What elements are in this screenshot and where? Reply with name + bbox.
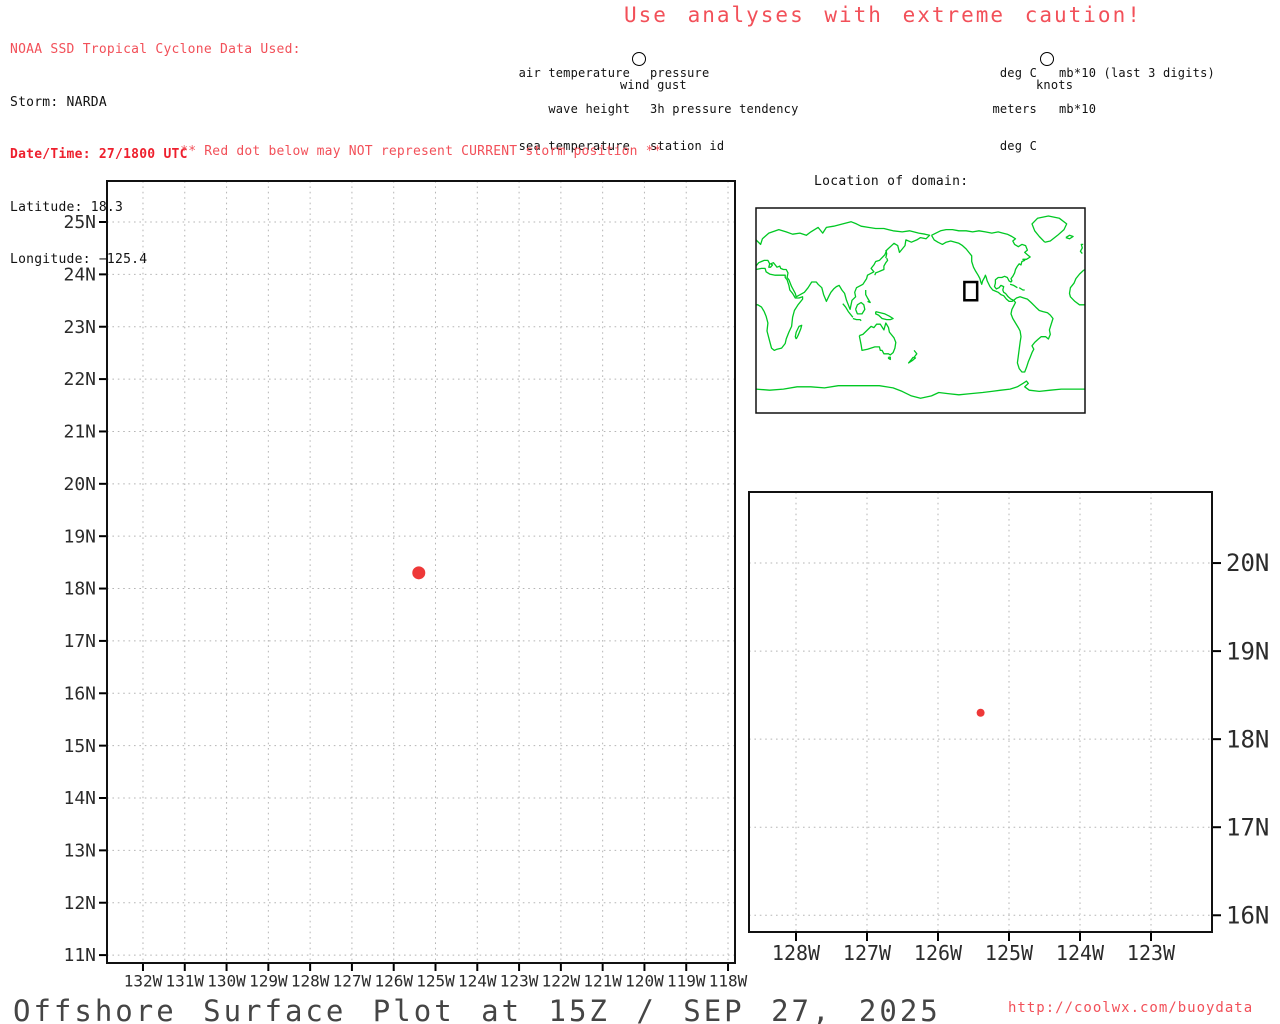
world-map — [755, 207, 1086, 414]
unit-mb10: mb*10 — [1059, 102, 1097, 117]
unit-knots: knots — [1036, 78, 1074, 92]
coastline — [854, 301, 866, 315]
station-circle-icon — [632, 52, 646, 66]
y-tick-label: 19N — [1226, 637, 1269, 665]
units-left-column: deg C meters deg C — [960, 42, 1037, 177]
coastline — [865, 290, 871, 304]
coastline — [913, 349, 918, 359]
x-tick-label: 120W — [625, 972, 664, 991]
legend-wave-height: wave height — [548, 102, 630, 117]
coastline — [755, 221, 931, 311]
x-tick-label: 125W — [985, 941, 1034, 965]
x-tick-label: 123W — [500, 972, 539, 991]
x-tick-label: 130W — [207, 972, 246, 991]
y-tick-label: 16N — [63, 683, 96, 704]
y-tick-label: 18N — [1226, 725, 1269, 753]
x-tick-label: 124W — [458, 972, 497, 991]
coastline — [885, 249, 888, 259]
unit-meters: meters — [992, 102, 1037, 117]
x-tick-label: 124W — [1056, 941, 1105, 965]
y-tick-label: 17N — [63, 631, 96, 652]
units-right-column: mb*10 (last 3 digits) mb*10 — [1059, 42, 1215, 140]
y-tick-label: 20N — [1226, 549, 1269, 577]
y-tick-label: 13N — [63, 840, 96, 861]
coastline — [1009, 283, 1018, 289]
units-circle-icon — [1040, 52, 1054, 66]
coastline — [875, 310, 894, 321]
x-tick-label: 123W — [1127, 941, 1176, 965]
x-tick-label: 131W — [166, 972, 205, 991]
x-tick-label: 128W — [291, 972, 330, 991]
coastline — [852, 317, 862, 322]
coastline — [755, 380, 1085, 399]
coastline — [1018, 287, 1025, 291]
footer-title: Offshore Surface Plot at 15Z / SEP 27, 2… — [13, 994, 941, 1024]
x-tick-label: 125W — [416, 972, 455, 991]
caution-banner: Use analyses with extreme caution! — [624, 3, 1142, 27]
x-tick-label: 121W — [583, 972, 622, 991]
y-tick-label: 23N — [63, 317, 96, 338]
x-tick-label: 132W — [124, 972, 163, 991]
x-tick-label: 127W — [843, 941, 892, 965]
coastline — [794, 324, 803, 340]
x-tick-label: 127W — [333, 972, 372, 991]
x-tick-label: 119W — [667, 972, 706, 991]
map-border — [755, 207, 1086, 414]
storm-position-dot — [976, 708, 985, 717]
coastline — [1065, 234, 1074, 240]
domain-plot: 128W 127W 126W 125W 124W 123W 20N 19N 18N 17N 16N — [748, 491, 1269, 965]
x-tick-label: 126W — [374, 972, 413, 991]
coastline — [1010, 296, 1054, 373]
x-tick-label: 118W — [709, 972, 748, 991]
legend-pressure-tendency: 3h pressure tendency — [650, 102, 799, 117]
x-tick-label: 122W — [542, 972, 581, 991]
coastline — [1079, 243, 1084, 255]
legend-wind-gust: wind gust — [620, 78, 687, 92]
unit-deg-c-air: deg C — [999, 65, 1037, 80]
coastline — [858, 322, 897, 356]
inset-map-title: Location of domain: — [814, 174, 969, 189]
unit-deg-c-sea: deg C — [999, 139, 1037, 154]
x-tick-label: 129W — [249, 972, 288, 991]
buoy-plot-page: 132W 131W 130W 129W 128W 127W 126W 125W 124W 123W… — [0, 0, 1280, 1024]
storm-info-longitude: Longitude: −125.4 — [10, 252, 148, 267]
coastline — [1031, 215, 1068, 243]
unit-mb10-last3: mb*10 (last 3 digits) — [1059, 65, 1215, 80]
storm-position-dot — [412, 566, 426, 580]
y-tick-label: 16N — [1226, 901, 1269, 929]
y-tick-label: 22N — [63, 369, 96, 390]
domain-rect — [963, 280, 979, 302]
y-tick-label: 15N — [63, 736, 96, 757]
y-tick-label: 18N — [63, 579, 96, 600]
y-tick-label: 20N — [63, 474, 96, 495]
y-tick-label: 12N — [63, 893, 96, 914]
y-tick-label: 11N — [63, 945, 96, 966]
coastline — [907, 356, 916, 364]
legend-air-temperature: air temperature — [518, 65, 630, 80]
coastline — [1068, 268, 1086, 306]
y-tick-label: 21N — [63, 422, 96, 443]
x-tick-label: 126W — [914, 941, 963, 965]
storm-position-warning: ** Red dot below may NOT represent CURRE… — [180, 144, 662, 159]
footer-url-link[interactable]: http://coolwx.com/buoydata — [1008, 1000, 1253, 1016]
y-tick-label: 19N — [63, 526, 96, 547]
storm-info-source: NOAA SSD Tropical Cyclone Data Used: — [10, 42, 301, 57]
y-tick-label: 14N — [63, 788, 96, 809]
x-tick-label: 128W — [772, 941, 821, 965]
coastline — [887, 356, 891, 361]
y-tick-label: 17N — [1226, 813, 1269, 841]
coastline — [930, 228, 1031, 303]
storm-info-latitude: Latitude: 18.3 — [10, 199, 124, 215]
storm-info-name: Storm: NARDA — [10, 94, 107, 110]
